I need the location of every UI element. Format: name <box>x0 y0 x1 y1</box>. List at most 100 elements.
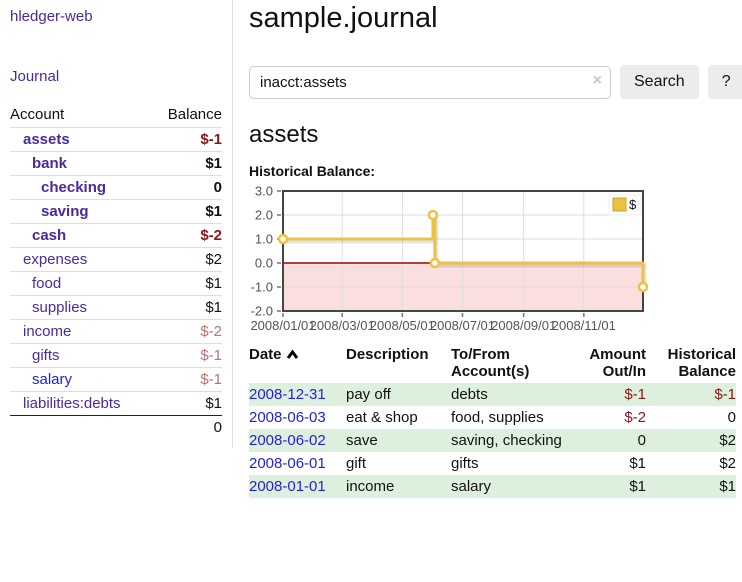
account-name-cell: gifts <box>10 344 152 368</box>
account-row: expenses $2 <box>10 248 222 272</box>
account-name-cell: checking <box>10 176 152 200</box>
account-row: bank $1 <box>10 152 222 176</box>
register-description-cell: save <box>346 429 451 452</box>
account-balance: $-1 <box>152 368 222 392</box>
svg-text:0.0: 0.0 <box>255 256 273 271</box>
register-description-cell: eat & shop <box>346 406 451 429</box>
account-name-cell: liabilities:debts <box>10 392 152 416</box>
account-name-cell: expenses <box>10 248 152 272</box>
svg-text:2008/07/01: 2008/07/01 <box>430 318 495 333</box>
account-link[interactable]: income <box>23 323 71 340</box>
register-date-cell: 2008-01-01 <box>249 475 346 498</box>
account-link[interactable]: cash <box>32 227 66 244</box>
accounts-header-balance: Balance <box>152 102 222 128</box>
register-accounts-cell: gifts <box>451 452 581 475</box>
account-link[interactable]: gifts <box>32 347 60 364</box>
app-title-link[interactable]: hledger-web <box>10 8 93 25</box>
account-balance: $1 <box>152 272 222 296</box>
account-balance: $1 <box>152 200 222 224</box>
account-link[interactable]: saving <box>41 203 89 220</box>
account-balance: $-1 <box>152 128 222 152</box>
account-balance: $-1 <box>152 344 222 368</box>
register-row: 2008-06-02 savesaving, checking0$2 <box>249 429 736 452</box>
account-link[interactable]: checking <box>41 179 106 196</box>
sort-ascending-icon <box>286 349 299 360</box>
register-date-cell: 2008-06-03 <box>249 406 346 429</box>
register-row: 2008-01-01incomesalary$1$1 <box>249 475 736 498</box>
register-balance-cell: $2 <box>646 452 736 475</box>
register-amount-cell: 0 <box>581 429 646 452</box>
accounts-total-spacer <box>10 416 152 440</box>
sidebar-item-journal[interactable]: Journal <box>10 68 222 85</box>
main-content: sample.journal × Search ? assets Histori… <box>233 0 742 582</box>
svg-text:2008/11/01: 2008/11/01 <box>552 318 616 333</box>
account-name-cell: cash <box>10 224 152 248</box>
register-amount-cell: $-2 <box>581 406 646 429</box>
register-header-amount: Amount Out/In <box>581 344 646 383</box>
register-accounts-cell: salary <box>451 475 581 498</box>
account-row: income$-2 <box>10 320 222 344</box>
register-balance-cell: $2 <box>646 429 736 452</box>
account-name-cell: salary <box>10 368 152 392</box>
account-row: checking0 <box>10 176 222 200</box>
register-table-body: 2008-12-31pay offdebts$-1$-12008-06-03ea… <box>249 383 736 498</box>
account-link[interactable]: liabilities:debts <box>23 395 121 412</box>
register-balance-cell: $1 <box>646 475 736 498</box>
svg-text:2008/05/01: 2008/05/01 <box>370 318 435 333</box>
register-row: 2008-06-03eat & shopfood, supplies$-20 <box>249 406 736 429</box>
svg-text:$: $ <box>629 197 637 212</box>
search-box: × <box>249 66 611 99</box>
account-name-cell: saving <box>10 200 152 224</box>
chart-title: Historical Balance: <box>249 163 742 179</box>
register-header-description: Description <box>346 344 451 383</box>
account-name-cell: supplies <box>10 296 152 320</box>
account-balance: $2 <box>152 248 222 272</box>
help-button[interactable]: ? <box>708 65 742 99</box>
register-amount-cell: $1 <box>581 475 646 498</box>
account-link[interactable]: salary <box>32 371 72 388</box>
transaction-date-link[interactable]: 2008-12-31 <box>249 386 326 403</box>
account-link[interactable]: bank <box>32 155 67 172</box>
search-input[interactable] <box>249 66 611 99</box>
register-header-balance: Historical Balance <box>646 344 736 383</box>
account-balance: $-2 <box>152 224 222 248</box>
register-header-row: Date Description To/From Account(s) Amou… <box>249 344 736 383</box>
transaction-date-link[interactable]: 2008-06-03 <box>249 409 326 426</box>
transaction-date-link[interactable]: 2008-06-01 <box>249 455 326 472</box>
clear-search-icon[interactable]: × <box>593 73 602 89</box>
register-header-date[interactable]: Date <box>249 344 346 383</box>
historical-balance-chart: $3.02.01.00.0-1.0-2.02008/01/012008/03/0… <box>249 186 719 334</box>
register-description-cell: income <box>346 475 451 498</box>
account-name-cell: assets <box>10 128 152 152</box>
transaction-date-link[interactable]: 2008-01-01 <box>249 478 326 495</box>
svg-text:2008/01/01: 2008/01/01 <box>250 318 315 333</box>
register-row: 2008-12-31pay offdebts$-1$-1 <box>249 383 736 406</box>
account-link[interactable]: assets <box>23 131 70 148</box>
account-row: supplies$1 <box>10 296 222 320</box>
account-row: food $1 <box>10 272 222 296</box>
accounts-total-value: 0 <box>152 416 222 440</box>
register-amount-cell: $-1 <box>581 383 646 406</box>
svg-text:-2.0: -2.0 <box>251 304 273 319</box>
svg-text:2.0: 2.0 <box>255 208 273 223</box>
account-link[interactable]: supplies <box>32 299 87 316</box>
svg-text:3.0: 3.0 <box>255 184 273 199</box>
register-description-cell: pay off <box>346 383 451 406</box>
register-header-date-label: Date <box>249 346 282 363</box>
register-accounts-cell: food, supplies <box>451 406 581 429</box>
page-title: sample.journal <box>249 2 742 35</box>
svg-text:2008/03/01: 2008/03/01 <box>310 318 375 333</box>
search-button[interactable]: Search <box>620 65 699 99</box>
svg-text:2008/09/01: 2008/09/01 <box>491 318 556 333</box>
svg-text:1.0: 1.0 <box>255 232 273 247</box>
account-name-cell: income <box>10 320 152 344</box>
transaction-date-link[interactable]: 2008-06-02 <box>249 432 326 449</box>
accounts-total-row: 0 <box>10 416 222 440</box>
register-accounts-cell: saving, checking <box>451 429 581 452</box>
account-row: salary $-1 <box>10 368 222 392</box>
account-balance: $1 <box>152 152 222 176</box>
account-link[interactable]: food <box>32 275 61 292</box>
account-name-cell: food <box>10 272 152 296</box>
account-link[interactable]: expenses <box>23 251 87 268</box>
register-table: Date Description To/From Account(s) Amou… <box>249 344 736 498</box>
